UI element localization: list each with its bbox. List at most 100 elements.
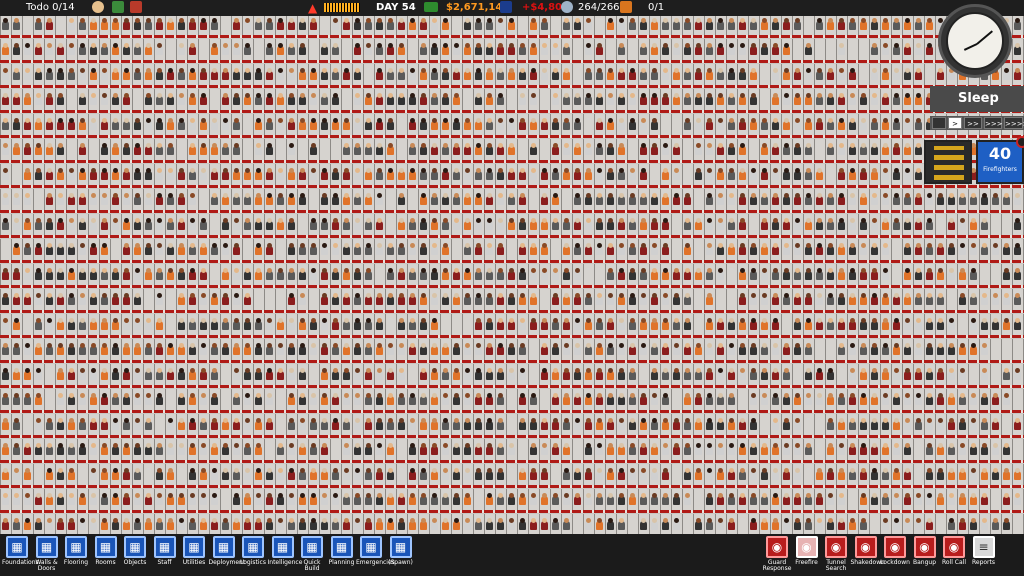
prisoner[interactable] (629, 93, 636, 105)
prisoner[interactable] (618, 168, 625, 180)
prisoner[interactable] (563, 343, 570, 355)
prisoner[interactable] (68, 243, 75, 255)
prisoner[interactable] (607, 368, 614, 380)
prisoner[interactable] (244, 18, 251, 30)
prisoner[interactable] (398, 168, 405, 180)
prisoner[interactable] (772, 243, 779, 255)
prisoner[interactable] (530, 43, 537, 55)
prisoner[interactable] (992, 318, 999, 330)
prisoner[interactable] (90, 418, 97, 430)
prisoner[interactable] (442, 118, 449, 130)
prisoner[interactable] (772, 493, 779, 505)
prisoner[interactable] (640, 518, 647, 530)
prisoner[interactable] (475, 368, 482, 380)
prisoner[interactable] (35, 268, 42, 280)
prisoner[interactable] (783, 93, 790, 105)
prisoner[interactable] (167, 243, 174, 255)
prisoner[interactable] (46, 168, 53, 180)
prisoner[interactable] (354, 493, 361, 505)
prisoner[interactable] (57, 143, 64, 155)
prisoner[interactable] (783, 368, 790, 380)
prisoner[interactable] (431, 168, 438, 180)
prisoner[interactable] (585, 468, 592, 480)
prisoner[interactable] (222, 443, 229, 455)
prisoner[interactable] (948, 343, 955, 355)
prisoner[interactable] (365, 343, 372, 355)
prisoner[interactable] (805, 118, 812, 130)
prisoner[interactable] (739, 143, 746, 155)
prisoner[interactable] (464, 118, 471, 130)
prisoner[interactable] (563, 468, 570, 480)
prisoner[interactable] (343, 193, 350, 205)
prisoner[interactable] (387, 18, 394, 30)
prisoner[interactable] (343, 168, 350, 180)
prisoner[interactable] (134, 193, 141, 205)
prisoner[interactable] (871, 493, 878, 505)
prisoner[interactable] (827, 443, 834, 455)
prisoner[interactable] (970, 468, 977, 480)
prisoner[interactable] (596, 418, 603, 430)
prisoner[interactable] (717, 168, 724, 180)
prisoner[interactable] (772, 418, 779, 430)
prisoner[interactable] (398, 18, 405, 30)
prisoner[interactable] (970, 293, 977, 305)
prisoner[interactable] (79, 368, 86, 380)
prisoner[interactable] (156, 318, 163, 330)
prisoner[interactable] (464, 493, 471, 505)
prisoner[interactable] (464, 193, 471, 205)
prisoner[interactable] (464, 418, 471, 430)
prisoner[interactable] (1003, 368, 1010, 380)
prisoner[interactable] (574, 468, 581, 480)
prisoner[interactable] (442, 168, 449, 180)
prisoner[interactable] (277, 18, 284, 30)
prisoner[interactable] (101, 518, 108, 530)
prisoner[interactable] (937, 368, 944, 380)
prisoner[interactable] (915, 518, 922, 530)
prisoner[interactable] (101, 43, 108, 55)
prisoner[interactable] (321, 193, 328, 205)
prisoner[interactable] (255, 343, 262, 355)
prisoner[interactable] (266, 193, 273, 205)
toolbar-flooring-button[interactable]: ▦ Flooring (61, 536, 91, 576)
prisoner[interactable] (486, 18, 493, 30)
prisoner[interactable] (189, 218, 196, 230)
prisoner[interactable] (662, 393, 669, 405)
prisoner[interactable] (838, 68, 845, 80)
bank-icon[interactable] (424, 1, 438, 15)
prisoner[interactable] (684, 443, 691, 455)
prisoner[interactable] (519, 268, 526, 280)
prisoner[interactable] (189, 443, 196, 455)
prisoner[interactable] (101, 318, 108, 330)
prisoner-grade-icon[interactable] (92, 1, 104, 15)
prisoner[interactable] (233, 168, 240, 180)
prisoner[interactable] (475, 243, 482, 255)
prisoner[interactable] (497, 318, 504, 330)
prisoner[interactable] (57, 343, 64, 355)
prisoner[interactable] (244, 443, 251, 455)
prisoner[interactable] (915, 218, 922, 230)
prisoner[interactable] (266, 343, 273, 355)
prisoner[interactable] (2, 168, 9, 180)
prisoner[interactable] (860, 218, 867, 230)
prisoner[interactable] (233, 193, 240, 205)
prisoner[interactable] (1014, 468, 1021, 480)
prisoner[interactable] (398, 93, 405, 105)
prisoner[interactable] (35, 118, 42, 130)
prisoner[interactable] (739, 43, 746, 55)
prisoner[interactable] (123, 18, 130, 30)
prisoner[interactable] (332, 93, 339, 105)
prisoner[interactable] (662, 143, 669, 155)
prisoner[interactable] (101, 443, 108, 455)
prisoner[interactable] (860, 343, 867, 355)
prisoner[interactable] (233, 343, 240, 355)
prisoner[interactable] (431, 93, 438, 105)
prisoner[interactable] (167, 343, 174, 355)
prisoner[interactable] (266, 68, 273, 80)
prisoner[interactable] (1014, 218, 1021, 230)
prisoner[interactable] (90, 468, 97, 480)
prisoner[interactable] (101, 368, 108, 380)
prisoner[interactable] (2, 93, 9, 105)
prisoner[interactable] (321, 368, 328, 380)
prisoner[interactable] (321, 318, 328, 330)
prisoner[interactable] (486, 118, 493, 130)
